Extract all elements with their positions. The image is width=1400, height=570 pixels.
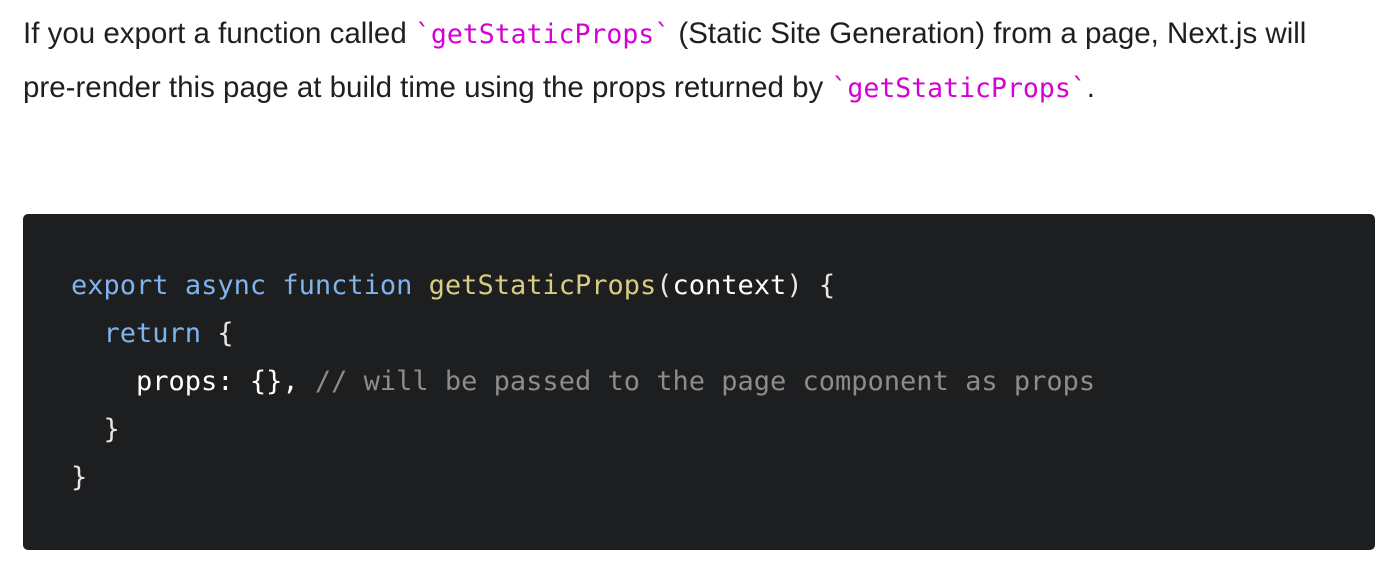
props-key: props: {}, (136, 366, 299, 397)
open-paren: ( (656, 270, 673, 301)
keyword-return: return (103, 318, 202, 349)
param-context: context (672, 270, 787, 301)
intro-paragraph: If you export a function called `getStat… (23, 8, 1363, 115)
code-content: export async function getStaticProps(con… (71, 262, 1095, 502)
paragraph-text-1: If you export a function called (23, 17, 415, 50)
return-brace: { (201, 318, 234, 349)
code-line-1: export async function getStaticProps(con… (71, 270, 835, 301)
outer-close-brace: } (71, 462, 88, 493)
inner-close-brace: } (103, 414, 120, 445)
code-line-5: } (71, 462, 87, 493)
code-line-3: props: {}, // will be passed to the page… (71, 366, 1095, 397)
code-line-2: return { (71, 318, 234, 349)
keyword-function: function (282, 270, 413, 301)
code-comment: // will be passed to the page component … (314, 366, 1096, 397)
keyword-async: async (184, 270, 267, 301)
keyword-export: export (71, 270, 169, 301)
function-name: getStaticProps (428, 270, 657, 301)
document-page: If you export a function called `getStat… (0, 0, 1400, 570)
inline-code-getstaticprops: `getStaticProps` (414, 19, 671, 50)
code-block: export async function getStaticProps(con… (23, 214, 1375, 550)
code-line-4: } (71, 414, 120, 445)
inline-code-getstaticprops-2: `getStaticProps` (831, 72, 1087, 104)
paragraph-text-3: . (1086, 70, 1095, 104)
close-paren-brace: ) { (786, 270, 836, 301)
